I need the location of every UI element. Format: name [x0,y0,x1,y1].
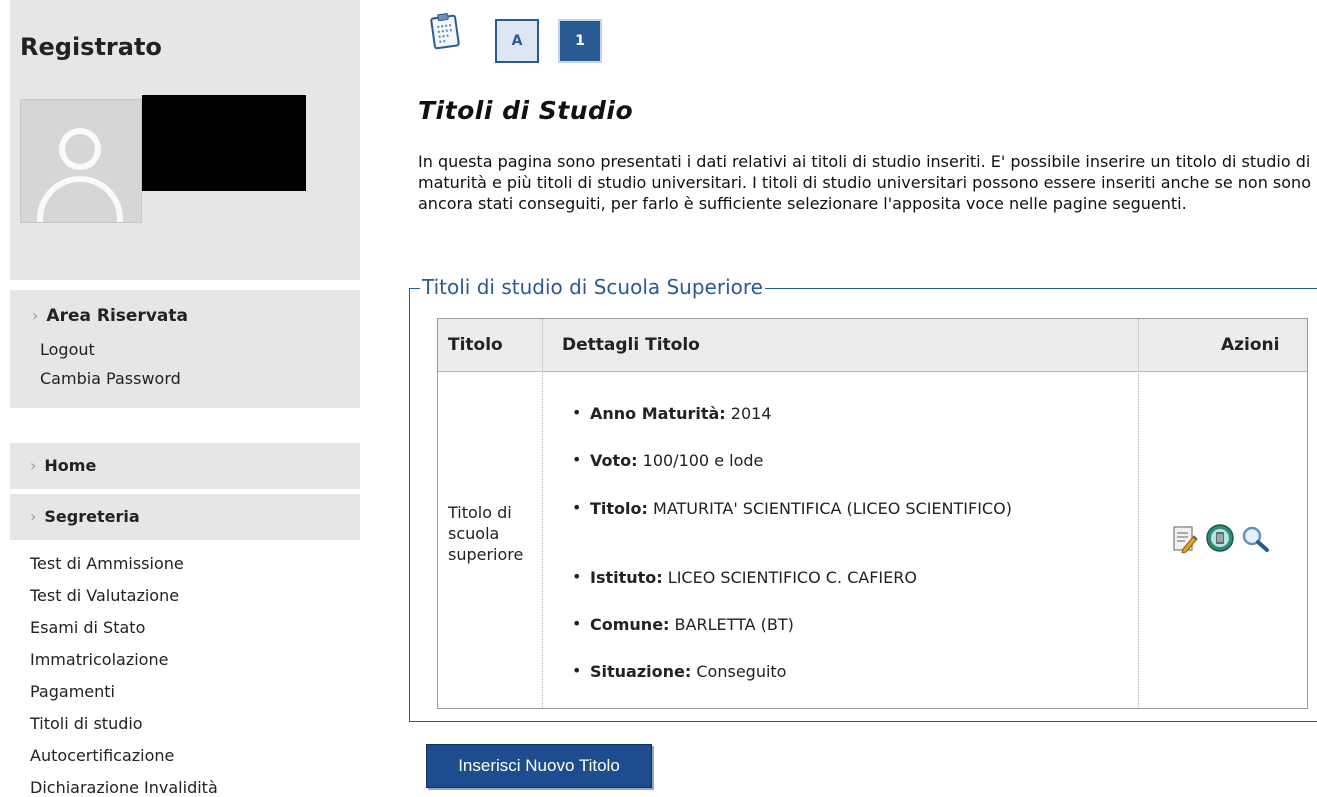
intro-text: In questa pagina sono presentati i dati … [418,152,1311,213]
cambia-password-link[interactable]: Cambia Password [40,369,181,388]
detail-voto: Voto: 100/100 e lode [590,451,764,470]
th-azioni: Azioni [1221,335,1280,355]
nav-dichiarazione-invalidita[interactable]: Dichiarazione Invalidità [30,778,218,797]
user-name-redacted [142,95,306,191]
chevron-right-icon: › [30,456,37,475]
user-title: Registrato [20,33,162,61]
avatar-head [59,128,101,170]
step-a[interactable]: A [495,19,539,63]
bullet: • [572,403,582,422]
nav-pagamenti[interactable]: Pagamenti [30,682,115,701]
nav-segreteria[interactable]: › Segreteria [10,494,360,540]
step-1-current[interactable]: 1 [558,19,602,63]
section-legend: Titoli di studio di Scuola Superiore [420,275,765,299]
th-dettagli: Dettagli Titolo [562,335,700,355]
bullet: • [572,661,582,680]
nav-titoli-di-studio[interactable]: Titoli di studio [30,714,143,733]
delete-icon[interactable] [1205,523,1235,553]
edit-icon[interactable] [1172,525,1198,553]
bullet: • [572,614,582,633]
bullet: • [572,498,582,517]
bullet: • [572,567,582,586]
avatar [20,99,142,223]
nav-segreteria-label: Segreteria [44,507,140,526]
titoli-table: Titolo Dettagli Titolo Azioni Titolo di … [437,318,1308,709]
avatar-body [37,176,123,222]
nav-home[interactable]: › Home [10,443,360,489]
th-titolo: Titolo [448,335,503,355]
detail-situazione: Situazione: Conseguito [590,662,787,681]
nav-test-valutazione[interactable]: Test di Valutazione [30,586,179,605]
clipboard-icon [430,13,460,50]
page-title: Titoli di Studio [418,96,634,125]
cell-titolo: Titolo di scuola superiore [448,503,524,564]
column-divider [1138,319,1139,708]
inserisci-nuovo-titolo-button[interactable]: Inserisci Nuovo Titolo [426,744,652,788]
chevron-right-icon: › [32,306,39,325]
area-riservata-title: › Area Riservata [32,306,188,326]
view-icon[interactable] [1241,525,1271,553]
area-riservata-box: › Area Riservata Logout Cambia Password [10,290,360,408]
nav-immatricolazione[interactable]: Immatricolazione [30,650,168,669]
logout-link[interactable]: Logout [40,340,95,359]
sidebar: Registrato › Area Riservata Logout Cambia… [0,0,360,797]
nav-autocertificazione[interactable]: Autocertificazione [30,746,174,765]
detail-istituto: Istituto: LICEO SCIENTIFICO C. CAFIERO [590,568,917,587]
detail-comune: Comune: BARLETTA (BT) [590,615,794,634]
chevron-right-icon: › [30,507,37,526]
area-riservata-label: Area Riservata [46,306,188,326]
nav-home-label: Home [44,456,97,475]
nav-esami-di-stato[interactable]: Esami di Stato [30,618,145,637]
bullet: • [572,450,582,469]
detail-anno-maturita: Anno Maturità: 2014 [590,404,772,423]
detail-titolo: Titolo: MATURITA' SCIENTIFICA (LICEO SCI… [590,499,1012,518]
nav-test-ammissione[interactable]: Test di Ammissione [30,554,184,573]
